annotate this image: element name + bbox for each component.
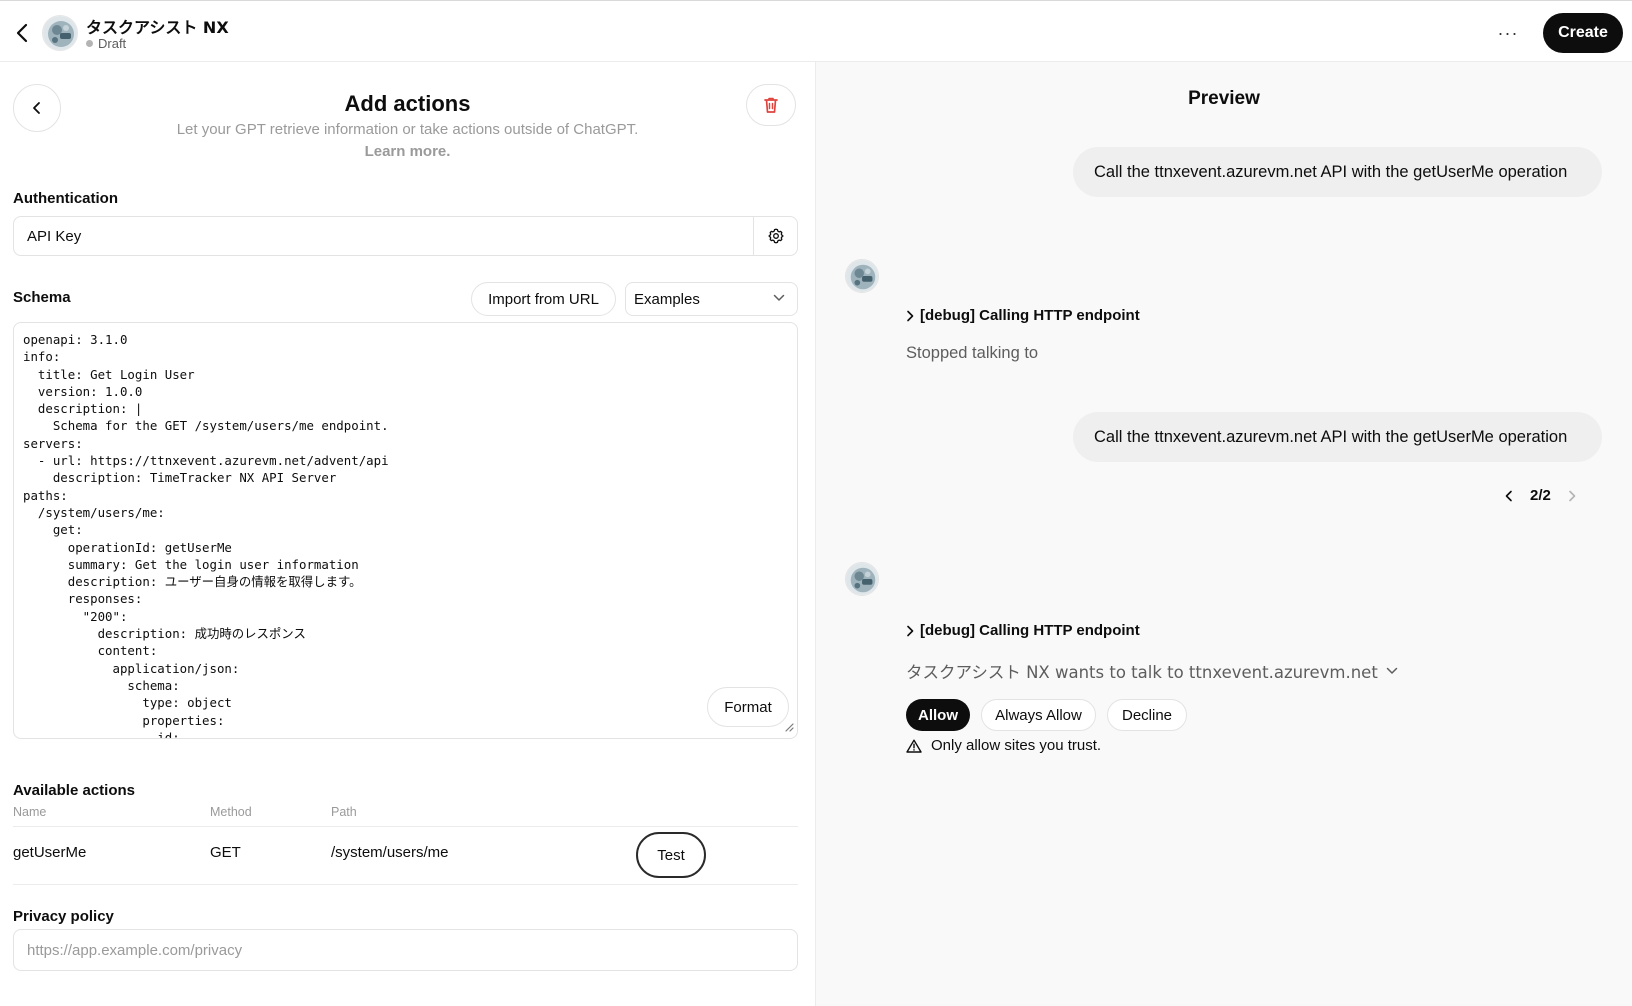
gear-icon — [767, 228, 784, 244]
user-message: Call the ttnxevent.azurevm.net API with … — [1073, 412, 1602, 462]
always-allow-button[interactable]: Always Allow — [981, 699, 1096, 731]
test-button[interactable]: Test — [636, 832, 706, 878]
examples-dropdown[interactable]: Examples — [625, 282, 798, 316]
bot-message: Stopped talking to — [906, 344, 1039, 362]
available-actions-label: Available actions — [13, 782, 135, 799]
gpt-avatar[interactable] — [42, 15, 78, 51]
authentication-settings-button[interactable] — [753, 217, 797, 255]
trust-warning: Only allow sites you trust. — [906, 737, 1101, 754]
create-button[interactable]: Create — [1543, 13, 1623, 53]
next-response-button[interactable] — [1565, 489, 1579, 503]
debug-label: [debug] Calling HTTP endpoint — [920, 622, 1140, 639]
gpt-name: タスクアシスト NX — [86, 18, 229, 37]
warning-triangle-icon — [906, 739, 922, 753]
examples-label: Examples — [634, 290, 700, 308]
pager-count: 2/2 — [1530, 487, 1551, 504]
table-divider — [13, 884, 798, 885]
gpt-avatar — [845, 259, 879, 293]
response-pager: 2/2 — [1502, 487, 1579, 504]
previous-response-button[interactable] — [1502, 489, 1516, 503]
debug-toggle[interactable]: [debug] Calling HTTP endpoint — [906, 622, 1140, 639]
authentication-field[interactable]: API Key — [13, 216, 798, 256]
action-name: getUserMe — [13, 844, 87, 861]
column-header-path: Path — [331, 805, 357, 819]
back-arrow-icon[interactable] — [10, 19, 34, 47]
status-dot-icon — [86, 40, 93, 47]
schema-editor[interactable]: openapi: 3.1.0 info: title: Get Login Us… — [13, 322, 798, 739]
page-subtitle: Let your GPT retrieve information or tak… — [176, 121, 639, 138]
permission-request[interactable]: タスクアシスト NX wants to talk to ttnxevent.az… — [906, 659, 1398, 683]
debug-toggle[interactable]: [debug] Calling HTTP endpoint — [906, 307, 1140, 324]
column-header-method: Method — [210, 805, 252, 819]
chevron-right-icon — [907, 625, 914, 636]
chevron-right-icon — [907, 310, 914, 321]
import-from-url-button[interactable]: Import from URL — [471, 282, 616, 316]
top-bar: タスクアシスト NX Draft ··· Create — [0, 0, 1632, 62]
decline-button[interactable]: Decline — [1107, 699, 1187, 731]
more-options-button[interactable]: ··· — [1496, 21, 1520, 45]
privacy-policy-input[interactable] — [13, 929, 798, 971]
preview-panel: Preview Call the ttnxevent.azurevm.net A… — [816, 62, 1632, 1006]
authentication-label: Authentication — [13, 190, 118, 207]
resize-handle-icon[interactable] — [784, 722, 794, 732]
delete-action-button[interactable] — [746, 84, 796, 126]
page-title: Add actions — [344, 91, 471, 116]
user-message: Call the ttnxevent.azurevm.net API with … — [1073, 147, 1602, 197]
schema-label: Schema — [13, 289, 71, 306]
learn-more-link[interactable]: Learn more. — [0, 143, 815, 160]
gpt-avatar — [845, 562, 879, 596]
preview-title: Preview — [1188, 88, 1260, 109]
schema-code[interactable]: openapi: 3.1.0 info: title: Get Login Us… — [23, 331, 723, 738]
status-label: Draft — [98, 36, 127, 51]
privacy-policy-label: Privacy policy — [13, 908, 114, 925]
allow-button[interactable]: Allow — [906, 699, 970, 731]
actions-editor-panel: Add actions Let your GPT retrieve inform… — [0, 62, 815, 1006]
format-button[interactable]: Format — [707, 687, 789, 727]
chevron-down-icon — [773, 294, 785, 301]
table-divider — [13, 826, 798, 827]
draft-status: Draft — [86, 36, 126, 51]
action-method: GET — [210, 844, 241, 861]
authentication-value: API Key — [27, 228, 82, 245]
action-path: /system/users/me — [331, 844, 449, 861]
trash-icon — [764, 97, 778, 113]
permission-request-text: タスクアシスト NX wants to talk to ttnxevent.az… — [906, 663, 1378, 682]
more-icon: ··· — [1497, 22, 1519, 43]
column-header-name: Name — [13, 805, 47, 819]
debug-label: [debug] Calling HTTP endpoint — [920, 307, 1140, 324]
chevron-right-icon — [1569, 490, 1576, 501]
trust-warning-text: Only allow sites you trust. — [931, 737, 1102, 754]
chevron-down-icon — [1386, 667, 1398, 674]
chevron-left-icon — [1505, 490, 1512, 501]
